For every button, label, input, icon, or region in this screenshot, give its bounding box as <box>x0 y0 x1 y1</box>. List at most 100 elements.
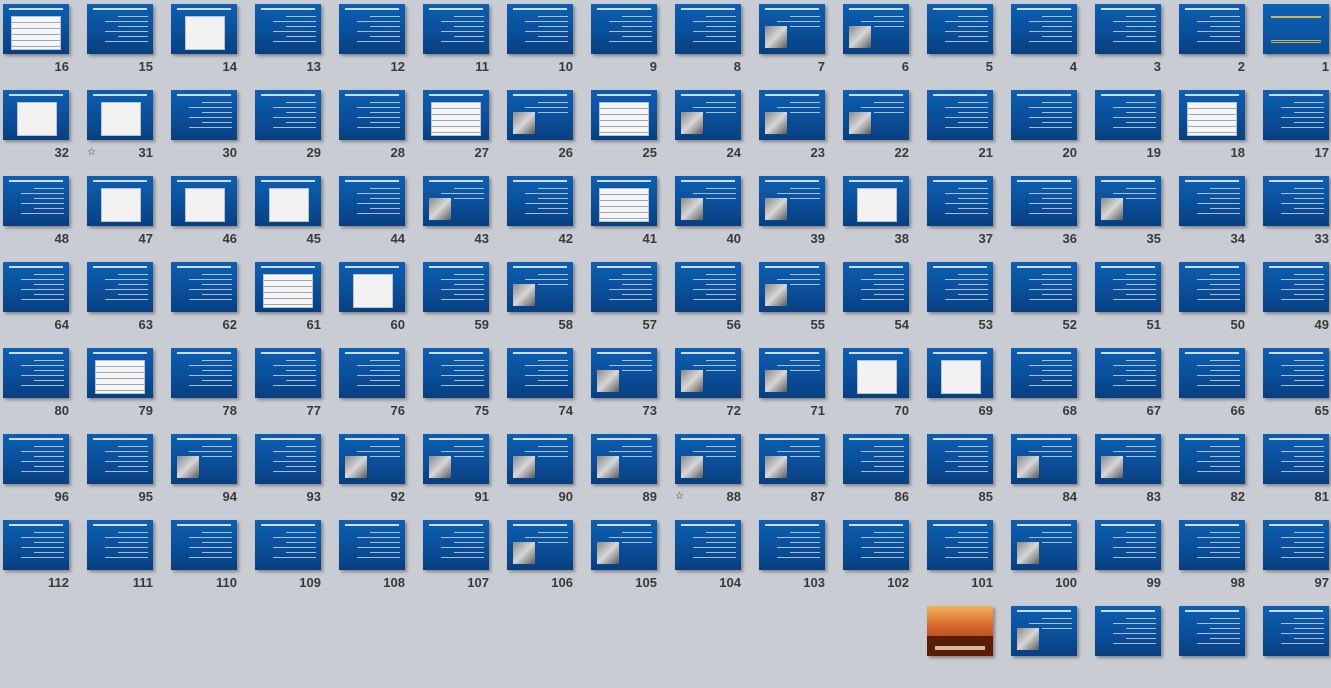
slide-thumbnail[interactable] <box>1263 176 1329 226</box>
slide-thumbnail-cell[interactable]: 42 <box>507 176 591 258</box>
slide-thumbnail-cell[interactable]: 31 ☆ <box>87 90 171 172</box>
slide-thumbnail[interactable] <box>423 176 489 226</box>
slide-thumbnail-cell[interactable]: 4 <box>1011 4 1095 86</box>
slide-thumbnail-cell[interactable]: 72 <box>675 348 759 430</box>
slide-thumbnail[interactable] <box>759 434 825 484</box>
slide-thumbnail-cell[interactable]: 62 <box>171 262 255 344</box>
slide-thumbnail-cell[interactable]: 12 <box>339 4 423 86</box>
slide-thumbnail-cell[interactable]: 67 <box>1095 348 1179 430</box>
slide-thumbnail-cell[interactable]: 45 <box>255 176 339 258</box>
slide-thumbnail[interactable] <box>255 4 321 54</box>
slide-thumbnail-cell[interactable]: 106 <box>507 520 591 602</box>
slide-thumbnail-cell[interactable]: 100 <box>1011 520 1095 602</box>
slide-thumbnail-cell[interactable]: 80 <box>3 348 87 430</box>
slide-thumbnail-cell[interactable]: 9 <box>591 4 675 86</box>
slide-thumbnail-cell[interactable]: 32 <box>3 90 87 172</box>
slide-thumbnail-cell[interactable]: 68 <box>1011 348 1095 430</box>
slide-thumbnail-cell[interactable]: 84 <box>1011 434 1095 516</box>
slide-thumbnail-cell[interactable] <box>1095 606 1179 688</box>
slide-thumbnail-cell[interactable]: 50 <box>1179 262 1263 344</box>
slide-thumbnail[interactable] <box>87 4 153 54</box>
slide-thumbnail-cell[interactable]: 77 <box>255 348 339 430</box>
slide-thumbnail[interactable] <box>1179 606 1245 656</box>
slide-thumbnail[interactable] <box>1011 520 1077 570</box>
slide-thumbnail-cell[interactable]: 103 <box>759 520 843 602</box>
slide-thumbnail-cell[interactable]: 60 <box>339 262 423 344</box>
slide-thumbnail-cell[interactable]: 102 <box>843 520 927 602</box>
slide-thumbnail[interactable] <box>927 434 993 484</box>
slide-thumbnail[interactable] <box>507 348 573 398</box>
slide-thumbnail-cell[interactable]: 75 <box>423 348 507 430</box>
slide-thumbnail-cell[interactable]: 111 <box>87 520 171 602</box>
slide-thumbnail-cell[interactable]: 87 <box>759 434 843 516</box>
slide-thumbnail-cell[interactable]: 109 <box>255 520 339 602</box>
slide-thumbnail-cell[interactable]: 99 <box>1095 520 1179 602</box>
slide-thumbnail-cell[interactable]: 79 <box>87 348 171 430</box>
slide-thumbnail[interactable] <box>759 4 825 54</box>
slide-thumbnail-cell[interactable]: 82 <box>1179 434 1263 516</box>
slide-thumbnail-cell[interactable]: 95 <box>87 434 171 516</box>
slide-thumbnail[interactable] <box>423 520 489 570</box>
slide-thumbnail-cell[interactable]: 55 <box>759 262 843 344</box>
slide-thumbnail-cell[interactable]: 18 <box>1179 90 1263 172</box>
slide-thumbnail-cell[interactable]: 37 <box>927 176 1011 258</box>
slide-thumbnail[interactable] <box>339 262 405 312</box>
slide-thumbnail-cell[interactable]: 73 <box>591 348 675 430</box>
slide-thumbnail-cell[interactable]: 101 <box>927 520 1011 602</box>
slide-thumbnail-cell[interactable]: 53 <box>927 262 1011 344</box>
slide-thumbnail[interactable] <box>339 434 405 484</box>
slide-thumbnail-cell[interactable]: 41 <box>591 176 675 258</box>
slide-thumbnail-cell[interactable]: 112 <box>3 520 87 602</box>
slide-thumbnail[interactable] <box>507 262 573 312</box>
slide-thumbnail[interactable] <box>1095 90 1161 140</box>
slide-thumbnail-cell[interactable]: 71 <box>759 348 843 430</box>
slide-thumbnail-cell[interactable]: 46 <box>171 176 255 258</box>
slide-thumbnail[interactable] <box>927 606 993 656</box>
slide-thumbnail[interactable] <box>759 348 825 398</box>
slide-thumbnail[interactable] <box>1263 606 1329 656</box>
slide-thumbnail-cell[interactable]: 29 <box>255 90 339 172</box>
slide-thumbnail-cell[interactable]: 34 <box>1179 176 1263 258</box>
slide-thumbnail[interactable] <box>423 90 489 140</box>
slide-thumbnail-cell[interactable]: 23 <box>759 90 843 172</box>
slide-thumbnail-cell[interactable] <box>1011 606 1095 688</box>
slide-thumbnail[interactable] <box>1011 4 1077 54</box>
slide-thumbnail[interactable] <box>675 4 741 54</box>
slide-thumbnail-cell[interactable]: 10 <box>507 4 591 86</box>
slide-thumbnail[interactable] <box>591 262 657 312</box>
slide-thumbnail[interactable] <box>591 176 657 226</box>
slide-thumbnail[interactable] <box>87 176 153 226</box>
slide-thumbnail-cell[interactable]: 7 <box>759 4 843 86</box>
slide-thumbnail[interactable] <box>3 434 69 484</box>
slide-thumbnail-cell[interactable]: 70 <box>843 348 927 430</box>
slide-thumbnail[interactable] <box>675 176 741 226</box>
slide-thumbnail[interactable] <box>675 434 741 484</box>
slide-thumbnail-cell[interactable]: 44 <box>339 176 423 258</box>
slide-thumbnail-cell[interactable]: 15 <box>87 4 171 86</box>
slide-thumbnail[interactable] <box>927 4 993 54</box>
slide-thumbnail[interactable] <box>1179 434 1245 484</box>
slide-thumbnail[interactable] <box>87 262 153 312</box>
slide-thumbnail[interactable] <box>1095 434 1161 484</box>
slide-thumbnail[interactable] <box>339 520 405 570</box>
slide-thumbnail-cell[interactable]: 19 <box>1095 90 1179 172</box>
slide-thumbnail-cell[interactable]: 66 <box>1179 348 1263 430</box>
slide-thumbnail[interactable] <box>1263 434 1329 484</box>
slide-thumbnail-cell[interactable]: 16 <box>3 4 87 86</box>
slide-thumbnail[interactable] <box>927 90 993 140</box>
slide-thumbnail[interactable] <box>339 4 405 54</box>
slide-thumbnail[interactable] <box>507 434 573 484</box>
slide-thumbnail-cell[interactable]: 88 ☆ <box>675 434 759 516</box>
slide-thumbnail-cell[interactable]: 54 <box>843 262 927 344</box>
slide-thumbnail[interactable] <box>507 90 573 140</box>
slide-thumbnail[interactable] <box>675 520 741 570</box>
slide-thumbnail[interactable] <box>507 520 573 570</box>
slide-thumbnail-cell[interactable]: 97 <box>1263 520 1331 602</box>
slide-thumbnail[interactable] <box>255 90 321 140</box>
slide-thumbnail-cell[interactable]: 49 <box>1263 262 1331 344</box>
slide-thumbnail[interactable] <box>3 176 69 226</box>
slide-thumbnail-cell[interactable]: 110 <box>171 520 255 602</box>
slide-thumbnail-cell[interactable]: 52 <box>1011 262 1095 344</box>
slide-thumbnail[interactable] <box>1179 348 1245 398</box>
slide-thumbnail-cell[interactable]: 21 <box>927 90 1011 172</box>
